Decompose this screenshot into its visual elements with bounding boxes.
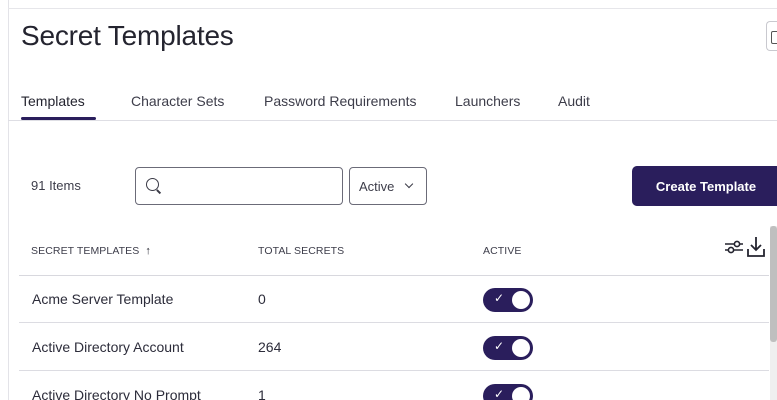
table-row[interactable]: Active Directory No Prompt 1 ✓ [19,372,769,400]
arrow-up-icon: ↑ [145,245,151,257]
sliders-icon[interactable] [724,238,744,256]
template-name[interactable]: Active Directory Account [32,339,184,355]
column-header-secret-templates[interactable]: SECRET TEMPLATES ↑ [31,245,151,257]
search-input[interactable] [168,172,338,200]
panel-toggle-icon[interactable] [766,21,777,51]
total-secrets: 0 [258,291,266,307]
column-header-label: SECRET TEMPLATES [31,245,140,257]
active-toggle[interactable]: ✓ [483,288,533,312]
active-toggle[interactable]: ✓ [483,336,533,360]
table-tools [724,236,768,262]
secret-templates-page: Secret Templates Templates Character Set… [0,0,777,400]
table-row[interactable]: Active Directory Account 264 ✓ [19,324,769,371]
check-icon: ✓ [494,387,505,400]
tab-audit[interactable]: Audit [558,93,590,109]
tabs-divider [8,120,777,121]
tab-templates[interactable]: Templates [21,93,85,109]
toggle-knob [512,387,530,400]
check-icon: ✓ [494,291,505,305]
check-icon: ✓ [494,339,505,353]
top-divider [8,8,777,9]
toggle-knob [512,339,530,357]
chevron-down-icon [404,179,414,189]
scrollbar-thumb[interactable] [770,226,777,342]
status-filter-value: Active [359,179,395,194]
tab-password-requirements[interactable]: Password Requirements [264,93,417,109]
total-secrets: 264 [258,339,282,355]
template-name[interactable]: Active Directory No Prompt [32,387,201,400]
template-name[interactable]: Acme Server Template [32,291,173,307]
search-field[interactable] [135,167,343,205]
toggle-knob [512,291,530,309]
create-template-button[interactable]: Create Template [632,166,777,206]
status-filter-dropdown[interactable]: Active [349,167,427,205]
column-header-active: ACTIVE [483,245,522,257]
column-header-total-secrets: TOTAL SECRETS [258,245,345,257]
left-divider [8,0,9,400]
item-count: 91 Items [31,178,81,193]
tab-launchers[interactable]: Launchers [455,93,520,109]
search-icon [146,178,159,191]
table-row[interactable]: Acme Server Template 0 ✓ [19,276,769,323]
download-icon[interactable] [746,236,766,258]
total-secrets: 1 [258,387,266,400]
active-toggle[interactable]: ✓ [483,384,533,400]
tab-character-sets[interactable]: Character Sets [131,93,224,109]
page-title: Secret Templates [21,20,234,51]
